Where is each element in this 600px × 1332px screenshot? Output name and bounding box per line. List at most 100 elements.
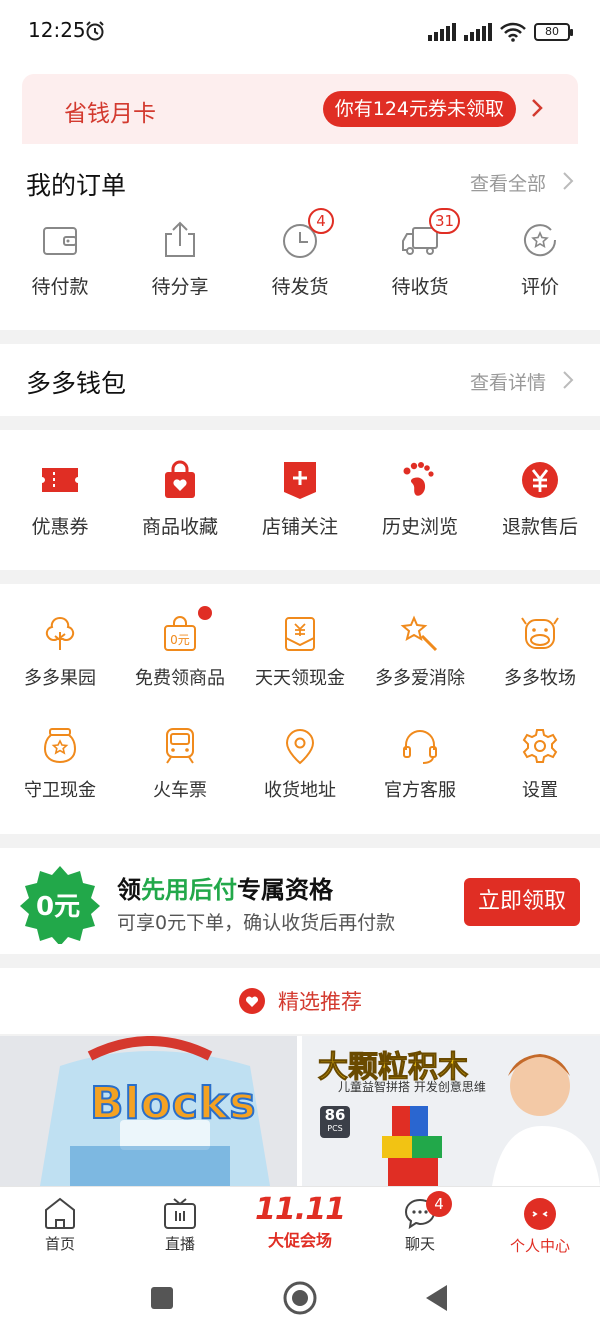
service-customer-support[interactable]: 官方客服	[360, 726, 480, 802]
order-count-badge: 4	[308, 208, 334, 234]
order-item-label: 待收货	[391, 276, 449, 298]
service-addresses[interactable]: 收货地址	[240, 726, 360, 802]
tab-promo-venue[interactable]: 11.11 大促会场	[240, 1187, 360, 1264]
pcs-badge: 86 PCS	[320, 1106, 350, 1138]
service-train-tickets[interactable]: 火车票	[120, 726, 240, 802]
bottom-tab-bar: 首页 直播 11.11 大促会场 4 聊天 个人中心	[0, 1186, 600, 1264]
review-icon	[524, 224, 557, 257]
svg-text:0元: 0元	[170, 633, 190, 647]
system-navigation-bar	[0, 1264, 600, 1332]
home-icon	[45, 1197, 75, 1229]
service-label: 火车票	[153, 780, 207, 801]
order-item-label: 待付款	[31, 276, 89, 298]
cash-envelope-icon	[285, 617, 315, 651]
quick-link-label: 历史浏览	[381, 516, 458, 538]
train-icon	[166, 728, 194, 764]
services-row-1: 多多果园 0元 免费领商品 天天领现金 多多爱消除 多多牧场	[0, 606, 600, 690]
profile-face-icon	[524, 1198, 556, 1230]
product-tagline: 儿童益智拼搭 开发创意思维	[338, 1080, 486, 1094]
product-card-big-blocks[interactable]: 大颗粒积木 儿童益智拼搭 开发创意思维 86 PCS	[302, 1036, 600, 1186]
chevron-right-icon[interactable]	[560, 369, 576, 391]
heart-badge-icon	[239, 988, 265, 1014]
chevron-right-icon[interactable]	[526, 96, 548, 120]
favorites-bag-icon	[165, 460, 195, 498]
pay-later-banner[interactable]: 0元 领先用后付专属资格 可享0元下单，确认收货后再付款 立即领取	[0, 848, 600, 954]
pay-later-title-suffix: 专属资格	[237, 876, 333, 904]
my-orders-section: 我的订单 查看全部 待付款 待分享 4 待发货 31 待收货 评价	[0, 144, 600, 330]
recent-apps-icon[interactable]	[144, 1280, 180, 1316]
unclaimed-coupon-pill[interactable]: 你有124元券未领取	[322, 91, 516, 127]
pay-later-title-prefix: 领	[117, 876, 141, 904]
tab-home[interactable]: 首页	[0, 1187, 120, 1264]
pcs-count: 86	[324, 1106, 346, 1124]
recommend-header: 精选推荐	[0, 968, 600, 1034]
pay-later-title: 领先用后付专属资格	[117, 870, 333, 905]
pay-later-subtitle: 可享0元下单，确认收货后再付款	[117, 912, 396, 934]
tab-profile[interactable]: 个人中心	[480, 1187, 600, 1264]
signal-icon	[428, 23, 456, 41]
refund-yen-icon	[522, 462, 558, 498]
battery-icon: 80	[534, 23, 573, 41]
order-pending-receipt[interactable]: 31 待收货	[360, 208, 480, 299]
tab-label: 大促会场	[267, 1231, 332, 1250]
quick-link-history[interactable]: 历史浏览	[360, 460, 480, 539]
view-wallet-details-link[interactable]: 查看详情	[470, 368, 546, 395]
service-label: 多多果园	[24, 668, 96, 689]
tab-chat[interactable]: 4 聊天	[360, 1187, 480, 1264]
claim-now-button[interactable]: 立即领取	[464, 878, 580, 926]
quick-link-coupons[interactable]: 优惠券	[0, 460, 120, 539]
chat-unread-badge: 4	[426, 1191, 452, 1217]
tab-live[interactable]: 直播	[120, 1187, 240, 1264]
service-label: 守卫现金	[24, 780, 96, 801]
service-free-goods[interactable]: 0元 免费领商品	[120, 606, 240, 690]
order-item-label: 待分享	[151, 276, 209, 298]
location-icon	[285, 729, 315, 765]
headset-icon	[403, 730, 437, 764]
quick-link-followed-stores[interactable]: 店铺关注	[240, 460, 360, 539]
order-review[interactable]: 评价	[480, 220, 600, 299]
service-ranch[interactable]: 多多牧场	[480, 614, 600, 690]
chevron-right-icon[interactable]	[560, 170, 576, 192]
status-indicators: 80	[428, 20, 573, 44]
store-follow-icon	[284, 462, 316, 499]
services-row-2: 守卫现金 火车票 收货地址 官方客服 设置	[0, 726, 600, 802]
service-daily-cash[interactable]: 天天领现金	[240, 614, 360, 690]
wifi-icon	[500, 22, 526, 42]
status-time: 12:25	[28, 18, 86, 42]
service-label: 多多爱消除	[375, 668, 465, 689]
service-match-game[interactable]: 多多爱消除	[360, 614, 480, 690]
quick-links-section: 优惠券 商品收藏 店铺关注 历史浏览 退款售后	[0, 430, 600, 570]
quick-link-label: 退款售后	[501, 516, 578, 538]
share-icon	[165, 221, 195, 257]
service-settings[interactable]: 设置	[480, 726, 600, 802]
product-card-blocks-bag[interactable]: Blocks	[0, 1036, 297, 1186]
cash-jar-icon	[43, 728, 77, 764]
services-section: 多多果园 0元 免费领商品 天天领现金 多多爱消除 多多牧场 守卫现金 火车票 …	[0, 584, 600, 834]
order-pending-payment[interactable]: 待付款	[0, 220, 120, 299]
home-button-icon[interactable]	[282, 1280, 318, 1316]
service-label: 多多牧场	[504, 668, 576, 689]
view-all-orders-link[interactable]: 查看全部	[470, 169, 546, 196]
quick-link-favorites[interactable]: 商品收藏	[120, 460, 240, 539]
service-label: 天天领现金	[255, 668, 345, 689]
service-label: 收货地址	[264, 780, 336, 801]
service-guard-cash[interactable]: 守卫现金	[0, 726, 120, 802]
order-item-label: 待发货	[271, 276, 329, 298]
alarm-icon	[86, 21, 104, 41]
duoduo-wallet-section[interactable]: 多多钱包 查看详情	[0, 344, 600, 416]
monthly-card-title: 省钱月卡	[64, 101, 156, 127]
monthly-card[interactable]: 省钱月卡 你有124元券未领取	[22, 74, 578, 146]
service-label: 官方客服	[384, 780, 456, 801]
quick-link-refunds[interactable]: 退款售后	[480, 460, 600, 539]
tv-icon	[164, 1198, 196, 1229]
status-bar: 12:25 80	[0, 0, 600, 62]
back-icon[interactable]	[420, 1280, 456, 1316]
order-pending-share[interactable]: 待分享	[120, 220, 240, 299]
monthly-card-banner[interactable]: 省钱月卡 你有124元券未领取	[0, 62, 600, 146]
tab-label: 首页	[44, 1235, 75, 1253]
order-pending-shipment[interactable]: 4 待发货	[240, 208, 360, 299]
free-bag-icon: 0元	[164, 616, 196, 651]
cow-icon	[521, 617, 559, 649]
pay-later-title-highlight: 先用后付	[141, 876, 237, 904]
service-orchard[interactable]: 多多果园	[0, 614, 120, 690]
